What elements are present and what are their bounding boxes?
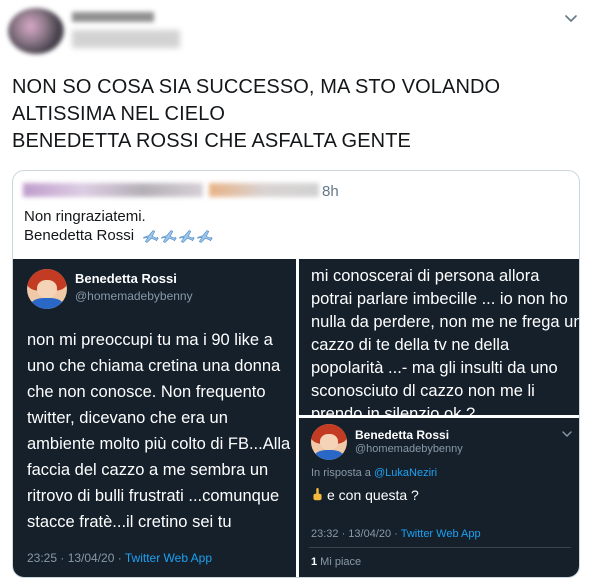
screenshot-line: twitter, dicevano che era un [27, 409, 228, 427]
quoted-tweet-time[interactable]: 8h [322, 183, 339, 200]
quoted-text-line: Non ringraziatemi. [24, 208, 146, 225]
screenshot-line: mi conoscerai di persona allora [311, 267, 540, 285]
screenshot-line: non mi preoccupi tu ma i 90 like a [27, 331, 273, 349]
screenshot-author-handle: @homemadebybenny [75, 289, 193, 303]
quoted-media-grid[interactable]: Benedetta Rossi @homemadebybenny non mi … [13, 259, 580, 577]
airplane-icon [161, 230, 177, 243]
screenshot-reply-body: e con questa ? [327, 487, 419, 503]
screenshot-source: Twitter Web App [124, 551, 213, 565]
middle-finger-icon [313, 488, 322, 501]
screenshot-author-name: Benedetta Rossi [75, 271, 177, 286]
media-image-right-top[interactable]: mi conoscerai di persona allora potrai p… [299, 259, 580, 415]
reply-prefix: In risposta a [311, 467, 374, 479]
tweet-text-line: BENEDETTA ROSSI CHE ASFALTA GENTE [12, 130, 411, 152]
quoted-text-line2: Benedetta Rossi [24, 226, 214, 246]
screenshot-line: faccia del cazzo a me sembra un [27, 461, 269, 479]
screenshot-line: sconosciuto dl cazzo non me li [311, 382, 535, 400]
reply-to-link: @LukaNeziri [373, 467, 438, 479]
screenshot-timestamp: 23:25 · 13/04/20 · Twitter Web App [27, 551, 212, 565]
avatar [311, 424, 347, 460]
screenshot-line: che non conosce. Non frequento [27, 383, 266, 401]
quoted-tweet-text: Non ringraziatemi. Benedetta Rossi [24, 207, 214, 246]
screenshot-time: 23:32 · 13/04/20 · [311, 528, 401, 540]
quoted-handle-blurred [209, 183, 319, 197]
tweet-text-line: NON SO COSA SIA SUCCESSO, MA STO VOLANDO [12, 76, 501, 98]
author-avatar-blurred[interactable] [8, 8, 64, 54]
screenshot-line: popolarità ...- ma gli insulti da uno [311, 359, 558, 377]
airplane-icon-group [142, 227, 214, 246]
screenshot-line: uno che chiama cretina una donna [27, 357, 281, 375]
quoted-text-name: Benedetta Rossi [24, 227, 135, 244]
author-handle-blurred [72, 30, 180, 48]
quoted-tweet-card[interactable]: 8h Non ringraziatemi. Benedetta Rossi Be… [12, 170, 580, 578]
chevron-down-icon [562, 431, 572, 437]
quoted-author-blurred [23, 183, 203, 197]
tweet-header [0, 0, 593, 62]
airplane-icon [197, 230, 213, 243]
screenshot-line: ritrovo di bulli frustrati ...comunque [27, 487, 280, 505]
quoted-tweet-header: 8h Non ringraziatemi. Benedetta Rossi [13, 171, 579, 259]
likes-label: Mi piace [317, 556, 362, 568]
screenshot-author-handle: @homemadebybenny [355, 443, 463, 455]
airplane-icon [143, 230, 159, 243]
chevron-down-icon[interactable] [563, 10, 579, 26]
author-name-blurred[interactable] [72, 12, 154, 22]
screenshot-line: stacce fratè...il cretino sei tu [27, 513, 232, 531]
tweet-text-line: ALTISSIMA NEL CIELO [12, 103, 226, 125]
divider [309, 547, 571, 548]
airplane-icon [179, 230, 195, 243]
media-image-right-bottom[interactable]: Benedetta Rossi @homemadebybenny In risp… [299, 418, 579, 577]
reply-context: In risposta a @LukaNeziri [311, 467, 437, 479]
screenshot-line: prendo in silenzio ok ? [311, 405, 476, 415]
screenshot-timestamp: 23:32 · 13/04/20 · Twitter Web App [311, 528, 481, 540]
screenshot-line: nulla da perdere, non me ne frega un [311, 313, 580, 331]
screenshot-line: ambiente molto più colto di FB...Alla [27, 435, 291, 453]
screenshot-line: potrai parlare imbecille ... io non ho [311, 290, 568, 308]
tweet-text: NON SO COSA SIA SUCCESSO, MA STO VOLANDO… [12, 74, 572, 155]
screenshot-author-name: Benedetta Rossi [355, 428, 450, 442]
media-image-left[interactable]: Benedetta Rossi @homemadebybenny non mi … [13, 259, 296, 577]
screenshot-line: cazzo di te della tv ne della [311, 336, 510, 354]
screenshot-time: 23:25 · 13/04/20 · [27, 551, 125, 565]
screenshot-source: Twitter Web App [400, 528, 481, 540]
likes-count: 1 Mi piace [311, 556, 361, 568]
avatar [27, 269, 67, 309]
screenshot-reply-text: e con questa ? [311, 485, 419, 505]
